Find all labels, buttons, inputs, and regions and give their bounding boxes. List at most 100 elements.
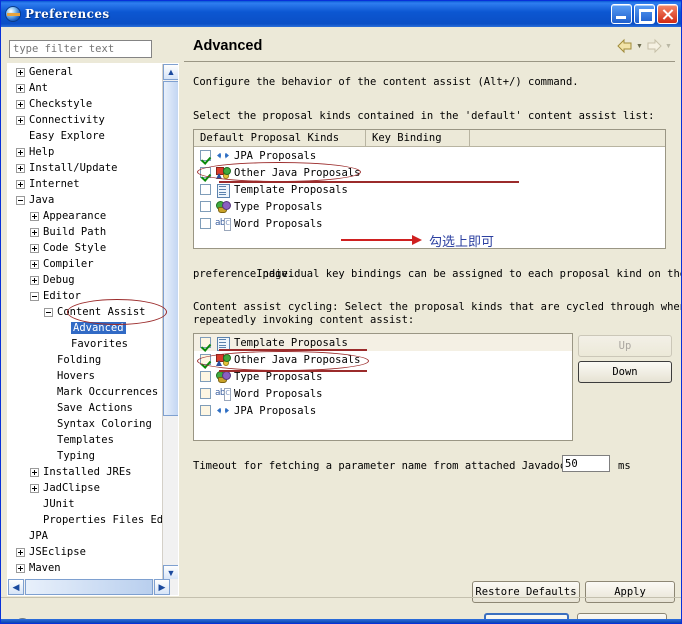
tree-item-editor[interactable]: Editor: [8, 288, 164, 304]
timeout-unit: ms: [618, 460, 631, 472]
tree-item-templates[interactable]: Templates: [8, 432, 164, 448]
expand-icon[interactable]: [30, 227, 39, 237]
tree-hscroll-thumb[interactable]: [25, 579, 153, 595]
preference-tree[interactable]: General Ant Checkstyle Connectivity Easy Exp…: [8, 64, 164, 581]
expand-icon[interactable]: [30, 467, 39, 477]
table-row[interactable]: Other Java Proposals: [194, 164, 665, 181]
expand-icon[interactable]: [30, 275, 39, 285]
restore-defaults-button[interactable]: Restore Defaults: [472, 581, 580, 603]
tree-vertical-scrollbar[interactable]: ▲ ▼: [162, 64, 178, 581]
tree-vscroll-thumb[interactable]: [163, 81, 178, 416]
row-checkbox[interactable]: [200, 354, 211, 365]
tree-item-label: Connectivity: [29, 114, 105, 126]
tree-item-label: Advanced: [71, 322, 126, 334]
back-chevron-down-icon[interactable]: ▼: [635, 37, 644, 55]
tree-item-build-path[interactable]: Build Path: [8, 224, 164, 240]
scroll-left-arrow[interactable]: ◀: [8, 579, 24, 595]
collapse-icon[interactable]: [44, 307, 53, 317]
row-checkbox[interactable]: [200, 201, 211, 212]
default-proposal-rows: JPA Proposals Other Java Proposals Templat…: [194, 147, 665, 232]
tree-horizontal-scrollbar[interactable]: ◀ ▶: [8, 579, 178, 595]
row-checkbox[interactable]: [200, 167, 211, 178]
expand-icon[interactable]: [16, 163, 25, 173]
expand-icon[interactable]: [16, 67, 25, 77]
timeout-label: Timeout for fetching a parameter name fr…: [193, 460, 573, 472]
tree-item-jseclipse[interactable]: JSEclipse: [8, 544, 164, 560]
tree-item-debug[interactable]: Debug: [8, 272, 164, 288]
timeout-input[interactable]: [562, 455, 610, 472]
scroll-right-arrow[interactable]: ▶: [154, 579, 170, 595]
tree-item-checkstyle[interactable]: Checkstyle: [8, 96, 164, 112]
tree-item-typing[interactable]: Typing: [8, 448, 164, 464]
tree-item-help[interactable]: Help: [8, 144, 164, 160]
expand-icon[interactable]: [16, 547, 25, 557]
tree-item-label: Debug: [43, 274, 75, 286]
table-row[interactable]: Other Java Proposals: [194, 351, 572, 368]
tree-item-favorites[interactable]: Favorites: [8, 336, 164, 352]
close-button[interactable]: [657, 4, 678, 24]
row-checkbox[interactable]: [200, 218, 211, 229]
tree-item-hovers[interactable]: Hovers: [8, 368, 164, 384]
collapse-icon[interactable]: [30, 291, 39, 301]
expand-icon[interactable]: [16, 563, 25, 573]
tree-item-folding[interactable]: Folding: [8, 352, 164, 368]
tree-item-internet[interactable]: Internet: [8, 176, 164, 192]
table-row[interactable]: Word Proposals: [194, 385, 572, 402]
table-row[interactable]: JPA Proposals: [194, 402, 572, 419]
tree-item-compiler[interactable]: Compiler: [8, 256, 164, 272]
table-row[interactable]: Type Proposals: [194, 198, 665, 215]
tree-item-maven[interactable]: Maven: [8, 560, 164, 576]
down-button[interactable]: Down: [578, 361, 672, 383]
row-checkbox[interactable]: [200, 371, 211, 382]
row-label: Template Proposals: [234, 183, 348, 196]
tree-item-general[interactable]: General: [8, 64, 164, 80]
scroll-up-arrow[interactable]: ▲: [163, 64, 178, 80]
filter-input[interactable]: [9, 40, 152, 58]
column-default-proposal-kinds[interactable]: Default Proposal Kinds: [194, 130, 366, 147]
table-row[interactable]: Word Proposals: [194, 215, 665, 232]
tree-item-java[interactable]: Java: [8, 192, 164, 208]
row-checkbox[interactable]: [200, 388, 211, 399]
tree-item-advanced[interactable]: Advanced: [8, 320, 164, 336]
tree-item-label: Save Actions: [57, 402, 133, 414]
row-checkbox[interactable]: [200, 150, 211, 161]
tree-item-appearance[interactable]: Appearance: [8, 208, 164, 224]
tree-item-junit[interactable]: JUnit: [8, 496, 164, 512]
expand-icon[interactable]: [30, 243, 39, 253]
expand-icon[interactable]: [16, 147, 25, 157]
tree-item-installed-jres[interactable]: Installed JREs: [8, 464, 164, 480]
expand-icon[interactable]: [16, 83, 25, 93]
row-checkbox[interactable]: [200, 184, 211, 195]
tree-item-ant[interactable]: Ant: [8, 80, 164, 96]
tree-item-mark-occurrences[interactable]: Mark Occurrences: [8, 384, 164, 400]
expand-icon[interactable]: [30, 259, 39, 269]
row-label: Type Proposals: [234, 200, 323, 213]
tree-item-properties-files-ed[interactable]: Properties Files Ed: [8, 512, 164, 528]
apply-button[interactable]: Apply: [585, 581, 675, 603]
expand-icon[interactable]: [16, 99, 25, 109]
tree-item-save-actions[interactable]: Save Actions: [8, 400, 164, 416]
tree-item-install-update[interactable]: Install/Update: [8, 160, 164, 176]
row-checkbox[interactable]: [200, 337, 211, 348]
expand-icon[interactable]: [16, 179, 25, 189]
back-arrow-icon[interactable]: [616, 37, 634, 55]
minimize-button[interactable]: [611, 4, 632, 24]
expand-icon[interactable]: [30, 211, 39, 221]
tree-item-content-assist[interactable]: Content Assist: [8, 304, 164, 320]
tree-item-jadclipse[interactable]: JadClipse: [8, 480, 164, 496]
column-key-binding[interactable]: Key Binding: [366, 130, 470, 147]
expand-icon[interactable]: [16, 115, 25, 125]
expand-icon[interactable]: [30, 483, 39, 493]
tree-item-label: Syntax Coloring: [57, 418, 152, 430]
collapse-icon[interactable]: [16, 195, 25, 205]
tree-item-code-style[interactable]: Code Style: [8, 240, 164, 256]
row-checkbox[interactable]: [200, 405, 211, 416]
table-row[interactable]: JPA Proposals: [194, 147, 665, 164]
tree-item-syntax-coloring[interactable]: Syntax Coloring: [8, 416, 164, 432]
table-row[interactable]: Template Proposals: [194, 181, 665, 198]
tree-item-connectivity[interactable]: Connectivity: [8, 112, 164, 128]
maximize-button[interactable]: [634, 4, 655, 24]
tree-item-easy-explore[interactable]: Easy Explore: [8, 128, 164, 144]
tree-item-jpa[interactable]: JPA: [8, 528, 164, 544]
